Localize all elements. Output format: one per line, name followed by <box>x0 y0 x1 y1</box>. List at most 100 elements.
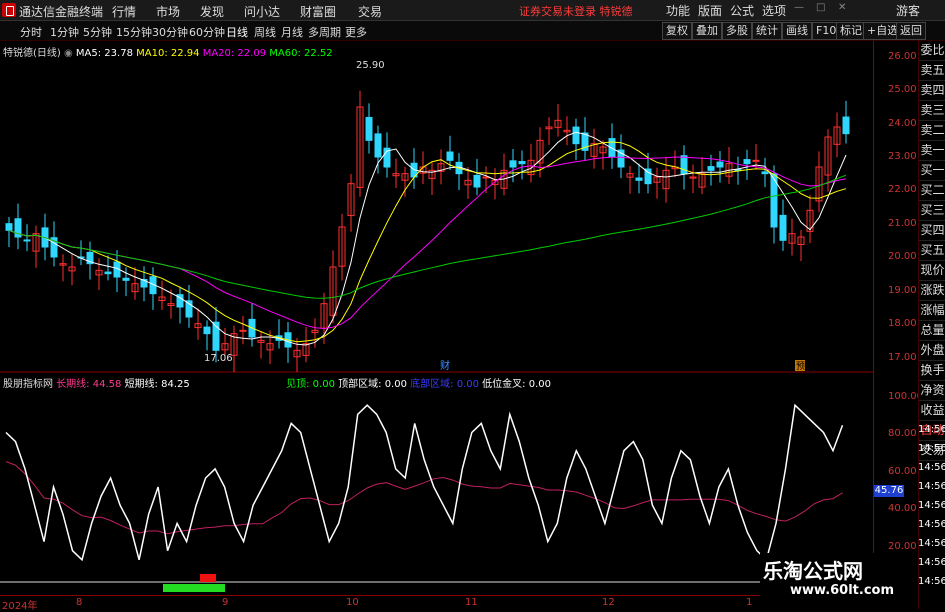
candle-body <box>518 161 526 165</box>
maximize-icon[interactable]: □ <box>816 2 825 13</box>
title-bar: 通达信金融终端 行情 市场 发现 问小达 财富圈 交易 证券交易未登录 特锐德 … <box>0 0 945 21</box>
bottom-area-label: 底部区域: 0.00 <box>410 379 479 390</box>
stats-button[interactable]: 统计 <box>752 22 782 40</box>
side-nav[interactable]: 净资 <box>919 381 945 401</box>
multi-stock-button[interactable]: 多股 <box>722 22 752 40</box>
ma60-label: MA60: 22.52 <box>269 48 333 59</box>
side-sell3[interactable]: 卖三 <box>919 101 945 121</box>
side-weibi[interactable]: 委比 <box>919 41 945 61</box>
tick-time: 14:56 <box>918 481 945 492</box>
period-5min[interactable]: 5分钟 <box>83 24 112 40</box>
candle-body <box>779 214 787 241</box>
side-change-pct[interactable]: 涨幅 <box>919 301 945 321</box>
candle-body <box>203 326 211 335</box>
stock-label: 特锐德(日线) <box>3 48 61 59</box>
period-15min[interactable]: 15分钟 <box>116 24 152 40</box>
side-buy5[interactable]: 买五 <box>919 241 945 261</box>
mark-button[interactable]: 标记 <box>836 22 866 40</box>
side-turnover[interactable]: 换手 <box>919 361 945 381</box>
xlabel-1: 1 <box>746 597 753 608</box>
indicator-name: 股朋指标网 <box>3 379 53 390</box>
ind-ytick-80: 80.00 <box>888 428 917 439</box>
guest-button[interactable]: 游客 <box>896 2 920 19</box>
bottom-zone-bar <box>163 584 225 592</box>
close-icon[interactable]: ✕ <box>838 2 846 13</box>
indicator-chart[interactable] <box>0 373 873 595</box>
draw-button[interactable]: 画线 <box>782 22 812 40</box>
ind-ytick-60: 60.00 <box>888 466 917 477</box>
ytick-18: 18.00 <box>888 318 917 329</box>
side-buy1[interactable]: 买一 <box>919 161 945 181</box>
menu-discover[interactable]: 发现 <box>200 3 224 20</box>
tick-time: 14:56 <box>918 538 945 549</box>
top-area-label: 顶部区域: 0.00 <box>338 379 407 390</box>
kline-chart[interactable]: 25.90 17.06 财 预 <box>0 41 873 373</box>
ma10-label: MA10: 22.94 <box>136 48 200 59</box>
ind-ytick-40: 40.00 <box>888 503 917 514</box>
side-price[interactable]: 现价 <box>919 261 945 281</box>
side-sell1[interactable]: 卖一 <box>919 141 945 161</box>
period-30min[interactable]: 30分钟 <box>152 24 188 40</box>
side-buy3[interactable]: 买三 <box>919 201 945 221</box>
side-eps[interactable]: 收益 <box>919 401 945 421</box>
candle-body <box>374 133 382 158</box>
high-price-label: 25.90 <box>356 60 385 71</box>
ma5-label: MA5: 23.78 <box>75 48 133 59</box>
candle-body <box>842 116 850 135</box>
candle-body <box>743 159 751 165</box>
tick-time: 14:56 <box>918 576 945 587</box>
func-button[interactable]: 功能 <box>666 2 690 19</box>
tick-time: 14:56 <box>918 557 945 568</box>
app-logo-icon <box>2 3 16 17</box>
kline-svg[interactable]: 25.90 17.06 财 预 <box>0 41 873 373</box>
menu-quotes[interactable]: 行情 <box>112 3 136 20</box>
period-60min[interactable]: 60分钟 <box>189 24 225 40</box>
login-warning[interactable]: 证券交易未登录 特锐德 <box>519 3 633 19</box>
period-more[interactable]: 更多 <box>345 24 367 40</box>
candle-body <box>446 151 454 161</box>
watermark-url: www.60lt.com <box>790 583 895 598</box>
side-buy4[interactable]: 买四 <box>919 221 945 241</box>
xlabel-2024: 2024年 <box>2 601 38 612</box>
side-sell2[interactable]: 卖二 <box>919 121 945 141</box>
adjust-button[interactable]: 复权 <box>662 22 692 40</box>
xlabel-10: 10 <box>346 597 359 608</box>
menu-trade[interactable]: 交易 <box>358 3 382 20</box>
long-term-line <box>5 461 843 535</box>
ytick-26: 26.00 <box>888 51 917 62</box>
period-weekly[interactable]: 周线 <box>254 24 276 40</box>
side-sell5[interactable]: 卖五 <box>919 61 945 81</box>
options-button[interactable]: 选项 <box>762 2 786 19</box>
side-change[interactable]: 涨跌 <box>919 281 945 301</box>
golden-cross-label: 低位金叉: 0.00 <box>482 379 551 390</box>
ma20-label: MA20: 22.09 <box>202 48 267 59</box>
side-volume[interactable]: 总量 <box>919 321 945 341</box>
period-1min[interactable]: 1分钟 <box>50 24 79 40</box>
indicator-svg[interactable] <box>0 373 873 595</box>
menu-wealth[interactable]: 财富圈 <box>300 3 336 20</box>
side-buy2[interactable]: 买二 <box>919 181 945 201</box>
ytick-20: 20.00 <box>888 251 917 262</box>
side-outer[interactable]: 外盘 <box>919 341 945 361</box>
watermark: 乐淘公式网 www.60lt.com <box>760 553 918 609</box>
candle-body <box>680 155 688 175</box>
minimize-icon[interactable]: — <box>794 2 804 13</box>
candle-body <box>23 239 31 242</box>
period-multi[interactable]: 多周期 <box>308 24 341 40</box>
layout-button[interactable]: 版面 <box>698 2 722 19</box>
period-daily[interactable]: 日线 <box>226 24 248 40</box>
period-toolbar: 分时 1分钟 5分钟 15分钟 30分钟 60分钟 日线 周线 月线 多周期 更… <box>0 21 945 41</box>
overlay-button[interactable]: 叠加 <box>692 22 722 40</box>
formula-button[interactable]: 公式 <box>730 2 754 19</box>
back-button[interactable]: 返回 <box>896 22 926 40</box>
ytick-19: 19.00 <box>888 285 917 296</box>
period-intraday[interactable]: 分时 <box>20 24 42 40</box>
candle-body <box>635 177 643 181</box>
candle-body <box>473 174 481 188</box>
period-monthly[interactable]: 月线 <box>281 24 303 40</box>
candle-body <box>104 271 112 275</box>
menu-ask[interactable]: 问小达 <box>244 3 280 20</box>
menu-market[interactable]: 市场 <box>156 3 180 20</box>
tick-time: 14:56 <box>918 424 945 435</box>
side-sell4[interactable]: 卖四 <box>919 81 945 101</box>
